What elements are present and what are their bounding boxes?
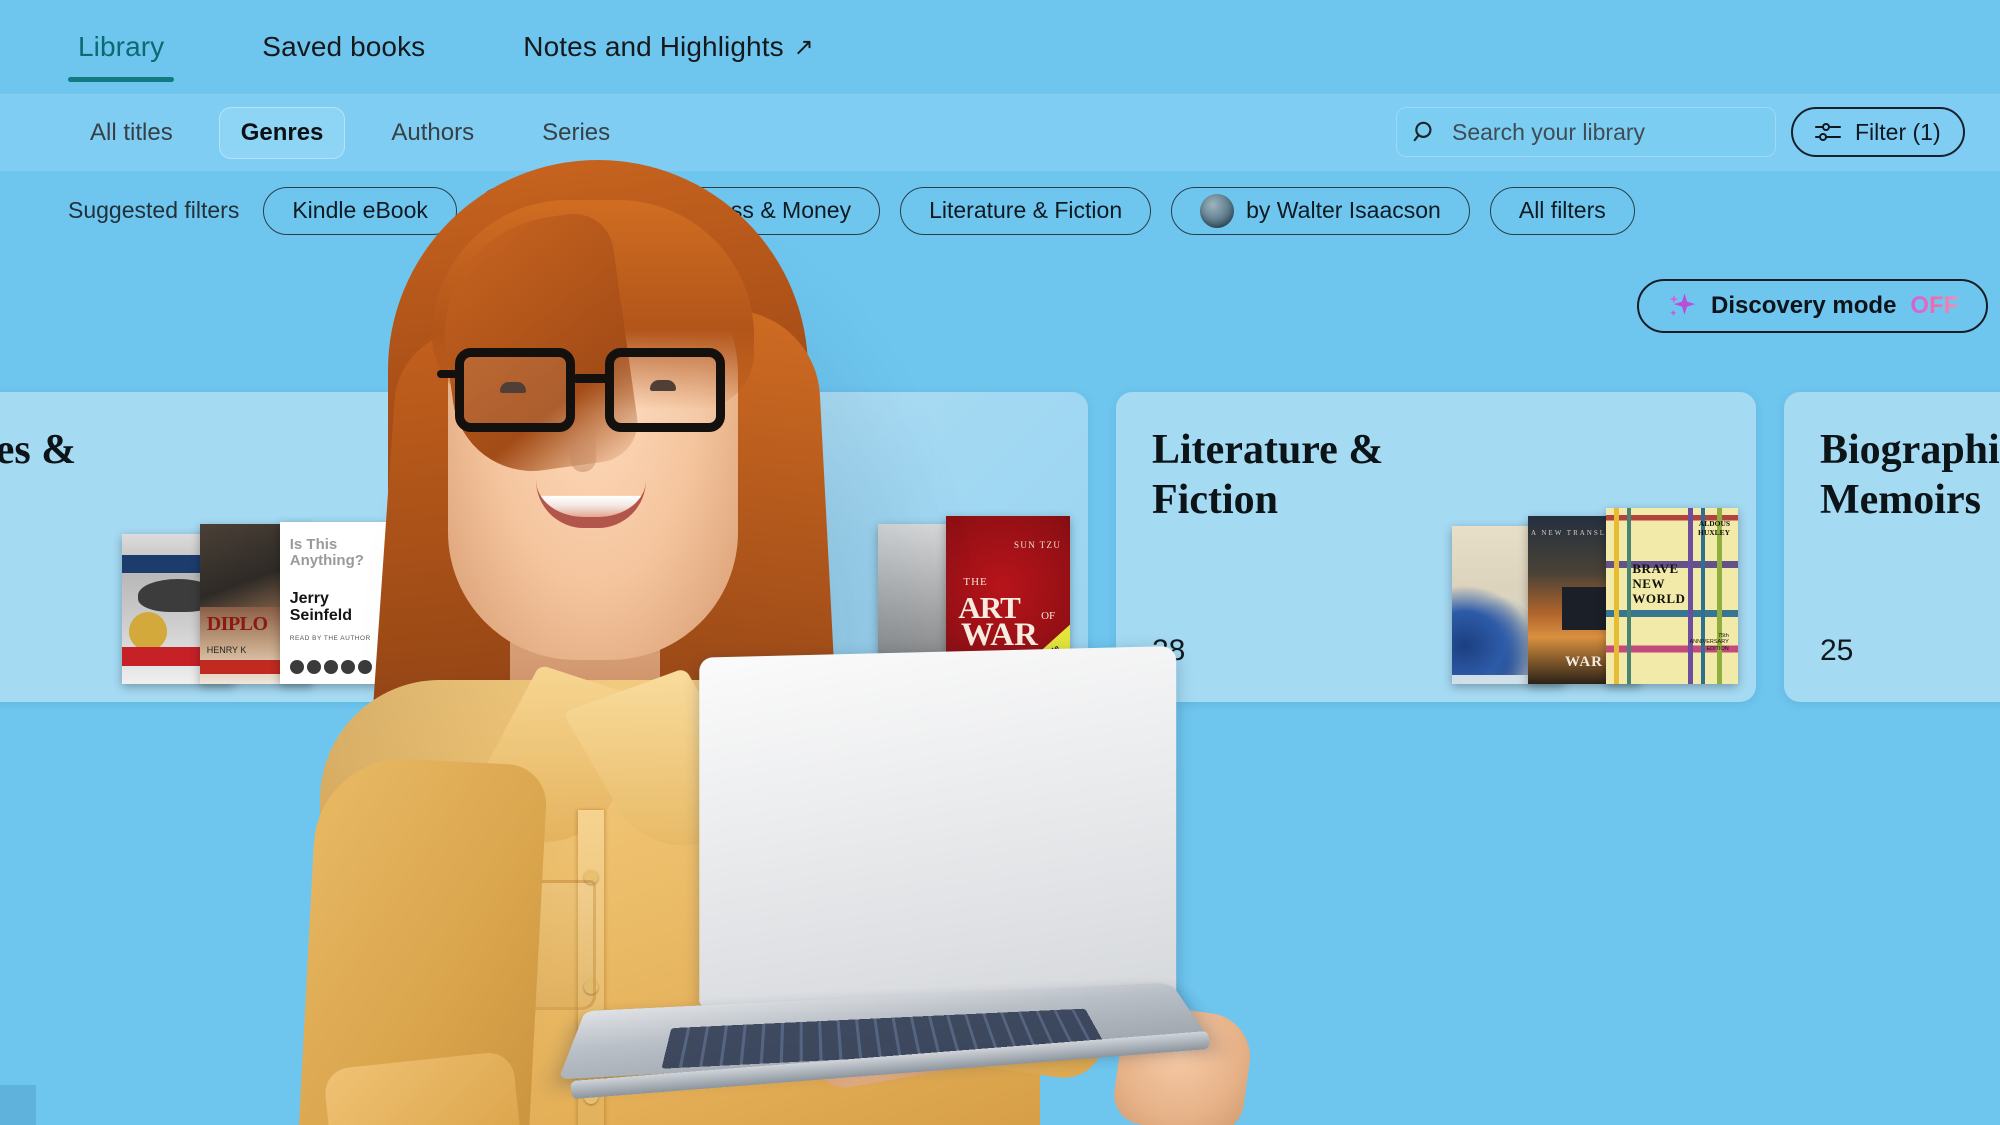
cover-title-line1: BRAVE — [1632, 560, 1679, 576]
cover-title-line3: WORLD — [1632, 591, 1686, 607]
tab-saved-books-label: Saved books — [262, 31, 426, 62]
cover-faces — [289, 660, 372, 675]
book-cover-brave-new-world: ALDOUS HUXLEY BRAVE NEW WORLD 75th ANNIV… — [1606, 508, 1738, 684]
cover-author: SUN TZU — [1013, 539, 1062, 550]
genre-card-title: Business & Money — [484, 427, 684, 523]
suggested-filters-row: Suggested filters Kindle eBook Audible B… — [0, 171, 2000, 250]
book-cover-is-this-anything: Is This Anything? Jerry Seinfeld READ BY… — [280, 522, 402, 684]
tab-notes-and-highlights[interactable]: Notes and Highlights ↗ — [513, 0, 824, 94]
scroll-corner — [0, 1085, 36, 1125]
filter-chip-business-money-label: Business & Money — [660, 197, 852, 223]
search-box[interactable] — [1396, 107, 1776, 157]
cover-edition-line1: 75th — [1718, 632, 1729, 639]
cover-note: READ BY THE AUTHOR — [289, 635, 371, 643]
filter-chip-kindle-ebook-label: Kindle eBook — [292, 197, 428, 223]
subnav-item-authors-label: Authors — [391, 118, 475, 146]
search-icon — [1413, 121, 1432, 142]
discovery-mode-label: Discovery mode — [1711, 292, 1897, 319]
subnav-item-genres-label: Genres — [240, 118, 324, 146]
filter-chip-literature-fiction-label: Literature & Fiction — [929, 197, 1123, 223]
cover-war: WAR — [960, 616, 1038, 653]
subnav-item-all-titles[interactable]: All titles — [68, 107, 195, 159]
genre-card-title: Biographies & Memoirs — [1820, 427, 2000, 523]
filter-chip-audible[interactable]: Audible — [476, 186, 612, 235]
filter-chip-audible-label: Audible — [505, 197, 583, 223]
cover-title-line1: Is This — [289, 535, 338, 553]
genre-card-list: Biographies & Memoirs DIPLO HENRY K Is T… — [0, 392, 2000, 702]
genre-card-title: Biographies & Memoirs — [0, 427, 77, 473]
author-avatar — [1200, 193, 1235, 228]
filter-chip-business-money[interactable]: Business & Money — [631, 186, 881, 235]
primary-tabbar: Library Saved books Notes and Highlights… — [0, 0, 2000, 94]
subnav-item-genres[interactable]: Genres — [218, 106, 346, 159]
filter-chip-all-filters[interactable]: All filters — [1489, 186, 1635, 235]
sliders-icon — [1815, 123, 1841, 141]
book-cover-the-art-of-war: SUN TZU THE ART OF WAR audible — [946, 516, 1070, 684]
genre-card-business-money[interactable]: Business & Money SUN TZU THE ART OF WAR … — [448, 392, 1088, 702]
external-link-icon: ↗ — [793, 33, 814, 61]
tab-notes-and-highlights-label: Notes and Highlights — [523, 31, 784, 62]
filter-button[interactable]: Filter (1) — [1791, 107, 1965, 157]
filter-chip-literature-fiction[interactable]: Literature & Fiction — [900, 186, 1152, 235]
discovery-mode-toggle[interactable]: Discovery mode OFF — [1637, 279, 1989, 333]
genre-card-count: 28 — [1152, 634, 1186, 667]
genre-card-title: Literature & Fiction — [1152, 427, 1384, 523]
cover-of: OF — [1041, 610, 1056, 623]
tab-saved-books[interactable]: Saved books — [252, 0, 435, 94]
cover-title-line2: Anything? — [289, 551, 364, 569]
genre-card-covers: SUN TZU THE ART OF WAR audible — [878, 514, 1070, 684]
cover-title-line2: NEW — [1632, 576, 1665, 592]
genre-card-biographies-memoirs[interactable]: Biographies & Memoirs 25 J. ROBERT — [1784, 392, 2000, 702]
subnav-item-series[interactable]: Series — [520, 107, 632, 159]
filter-chip-by-walter-isaacson-label: by Walter Isaacson — [1246, 197, 1441, 223]
genre-card-biographies-left[interactable]: Biographies & Memoirs DIPLO HENRY K Is T… — [0, 392, 420, 702]
cover-edition-line2: ANNIVERSARY — [1689, 639, 1729, 646]
genre-card-covers: A NEW TRANSLATION WAR ALDOUS HUXLEY BRAV… — [1452, 508, 1738, 684]
subnav-item-authors[interactable]: Authors — [369, 107, 496, 159]
genre-card-literature-fiction[interactable]: Literature & Fiction 28 A NEW TRANSLATIO… — [1116, 392, 1756, 702]
cover-author-line1: Jerry — [289, 590, 329, 608]
tab-library[interactable]: Library — [68, 0, 175, 94]
subnav-item-all-titles-label: All titles — [90, 118, 173, 146]
filter-chip-all-filters-label: All filters — [1518, 197, 1606, 223]
search-input[interactable] — [1452, 118, 1760, 146]
genre-card-covers: DIPLO HENRY K Is This Anything? Jerry Se… — [122, 514, 402, 684]
tab-library-label: Library — [78, 31, 165, 62]
filter-chip-kindle-ebook[interactable]: Kindle eBook — [263, 186, 457, 235]
discovery-mode-state: OFF — [1910, 292, 1959, 319]
filter-chip-by-walter-isaacson[interactable]: by Walter Isaacson — [1171, 186, 1470, 235]
cover-author-line2: Seinfeld — [289, 607, 352, 625]
sparkle-icon — [1669, 293, 1696, 316]
genre-card-count: 25 — [1820, 634, 1854, 667]
filter-button-label: Filter (1) — [1855, 118, 1941, 145]
subnav-item-series-label: Series — [542, 118, 611, 146]
suggested-filters-label: Suggested filters — [68, 197, 240, 223]
library-app: Library Saved books Notes and Highlights… — [0, 0, 2000, 1125]
cover-author-line2: HUXLEY — [1698, 527, 1731, 537]
cover-the: THE — [963, 576, 988, 589]
cover-edition-line3: EDITION — [1706, 645, 1729, 652]
